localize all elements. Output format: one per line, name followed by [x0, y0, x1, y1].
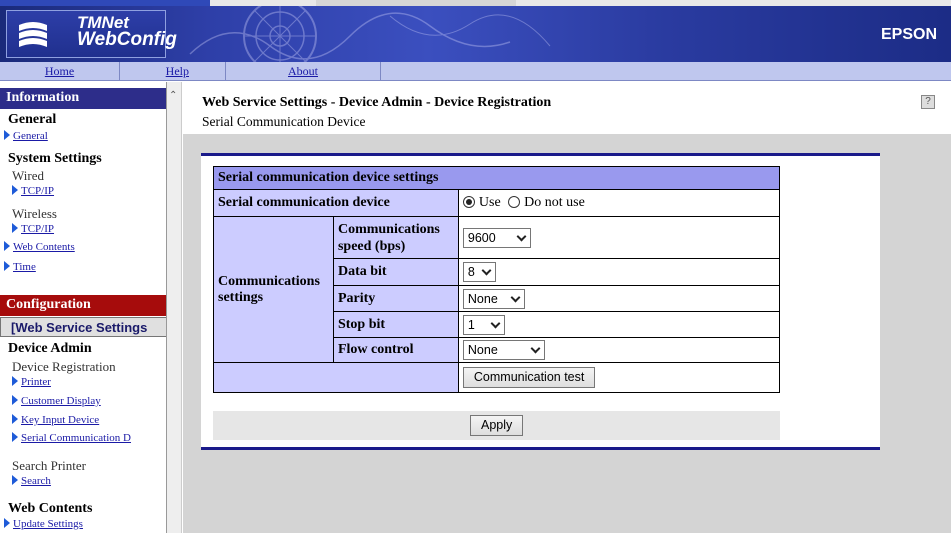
chevron-down-icon — [481, 265, 492, 276]
sidebar-sub-device-registration: Device Registration — [12, 359, 116, 374]
databit-cell: 8 — [457, 258, 781, 286]
banner: TMNet WebConfig EPSON — [0, 0, 951, 62]
arrow-right-icon — [12, 185, 18, 195]
page-subtitle: Serial Communication Device — [202, 114, 366, 129]
chevron-down-icon — [530, 343, 541, 354]
arrow-right-icon — [4, 241, 10, 251]
sidebar-section-information: Information — [0, 88, 166, 109]
arrow-right-icon — [4, 518, 10, 528]
epson-brand: EPSON — [880, 26, 937, 43]
menu-about-link[interactable]: About — [226, 62, 381, 81]
comm-test-cell: Communication test — [457, 362, 781, 393]
logo-text-webconfig: WebConfig — [77, 29, 177, 50]
tmnet-logo: TMNet WebConfig — [6, 10, 177, 58]
flow-cell: None — [457, 337, 781, 363]
sidebar-sub-search-printer: Search Printer — [12, 458, 87, 473]
speed-label: Communications speed (bps) — [332, 216, 459, 259]
sidebar-cat-web-contents: Web Contents — [8, 501, 93, 516]
chevron-down-icon — [516, 231, 527, 241]
arrow-right-icon — [12, 223, 18, 233]
arrow-right-icon — [4, 130, 10, 140]
menu-help-link[interactable]: Help — [120, 62, 226, 81]
stopbit-cell: 1 — [457, 311, 781, 338]
sidebar-link-search[interactable]: Search — [12, 475, 51, 487]
stopbit-label: Stop bit — [332, 311, 459, 338]
comm-settings-label: Communications settings — [213, 216, 334, 363]
sidebar-cat-general: General — [8, 112, 57, 127]
sidebar: Information General General System Setti… — [0, 82, 167, 533]
sidebar-link-key-input-device[interactable]: Key Input Device — [12, 414, 99, 426]
speed-select[interactable]: 9600 — [462, 227, 531, 248]
settings-table: Serial communication device settings Ser… — [213, 166, 781, 393]
speed-cell: 9600 — [457, 216, 781, 259]
sidebar-link-time[interactable]: Time — [4, 261, 36, 273]
settings-panel: Serial communication device settings Ser… — [201, 153, 880, 450]
radio-checked-icon — [462, 196, 475, 208]
chevron-down-icon — [490, 318, 501, 328]
sidebar-link-web-contents[interactable]: Web Contents — [4, 241, 75, 253]
sidebar-link-serial-communication-device[interactable]: Serial Communication D — [12, 432, 131, 444]
stopbit-select[interactable]: 1 — [462, 314, 505, 335]
device-radio-cell: Use Do not use — [457, 189, 781, 217]
arrow-right-icon — [12, 395, 18, 405]
main-content: Web Service Settings - Device Admin - De… — [183, 82, 951, 533]
arrow-right-icon — [12, 414, 18, 424]
sidebar-sub-wired: Wired — [12, 168, 44, 183]
banner-decoration — [189, 6, 551, 62]
apply-bar: Apply — [213, 411, 780, 440]
menu-bar: Home Help About — [0, 62, 951, 81]
table-header: Serial communication device settings — [213, 166, 780, 190]
databit-label: Data bit — [332, 258, 459, 286]
sidebar-cat-system-settings: System Settings — [8, 151, 102, 166]
chevron-down-icon — [510, 292, 521, 302]
sidebar-link-customer-display[interactable]: Customer Display — [12, 395, 101, 407]
sidebar-sub-wireless: Wireless — [12, 206, 57, 221]
parity-select[interactable]: None — [462, 288, 525, 309]
radio-unchecked-icon — [508, 196, 521, 208]
sidebar-link-wireless-tcpip[interactable]: TCP/IP — [12, 223, 54, 235]
logo-flag-icon — [19, 22, 47, 47]
sidebar-item-web-service-settings[interactable]: [Web Service Settings — [0, 317, 166, 337]
scroll-up-icon[interactable]: ⌃ — [169, 90, 177, 101]
sidebar-cat-device-admin: Device Admin — [8, 341, 92, 356]
sidebar-link-printer[interactable]: Printer — [12, 376, 51, 388]
comm-test-label-cell — [213, 362, 459, 393]
flow-label: Flow control — [332, 337, 459, 363]
help-icon[interactable]: ? — [921, 95, 935, 109]
arrow-right-icon — [12, 376, 18, 386]
arrow-right-icon — [4, 261, 10, 271]
sidebar-link-update-settings[interactable]: Update Settings — [4, 518, 83, 530]
sidebar-link-wired-tcpip[interactable]: TCP/IP — [12, 185, 54, 197]
menu-home-link[interactable]: Home — [0, 62, 120, 81]
arrow-right-icon — [12, 475, 18, 485]
sidebar-section-configuration: Configuration — [0, 295, 166, 316]
flow-control-select[interactable]: None — [462, 340, 545, 360]
parity-cell: None — [457, 285, 781, 312]
databit-select[interactable]: 8 — [462, 262, 496, 282]
apply-button[interactable]: Apply — [470, 415, 524, 436]
use-radio[interactable]: Use — [462, 195, 504, 210]
device-label: Serial communication device — [213, 189, 459, 217]
do-not-use-radio[interactable]: Do not use — [508, 195, 585, 210]
arrow-right-icon — [12, 432, 18, 442]
sidebar-link-general[interactable]: General — [4, 130, 48, 142]
communication-test-button[interactable]: Communication test — [462, 367, 596, 388]
parity-label: Parity — [332, 285, 459, 312]
page-header: Web Service Settings - Device Admin - De… — [183, 82, 951, 134]
sidebar-scrollbar[interactable]: ⌃ — [167, 82, 182, 533]
page-title: Web Service Settings - Device Admin - De… — [202, 95, 552, 110]
